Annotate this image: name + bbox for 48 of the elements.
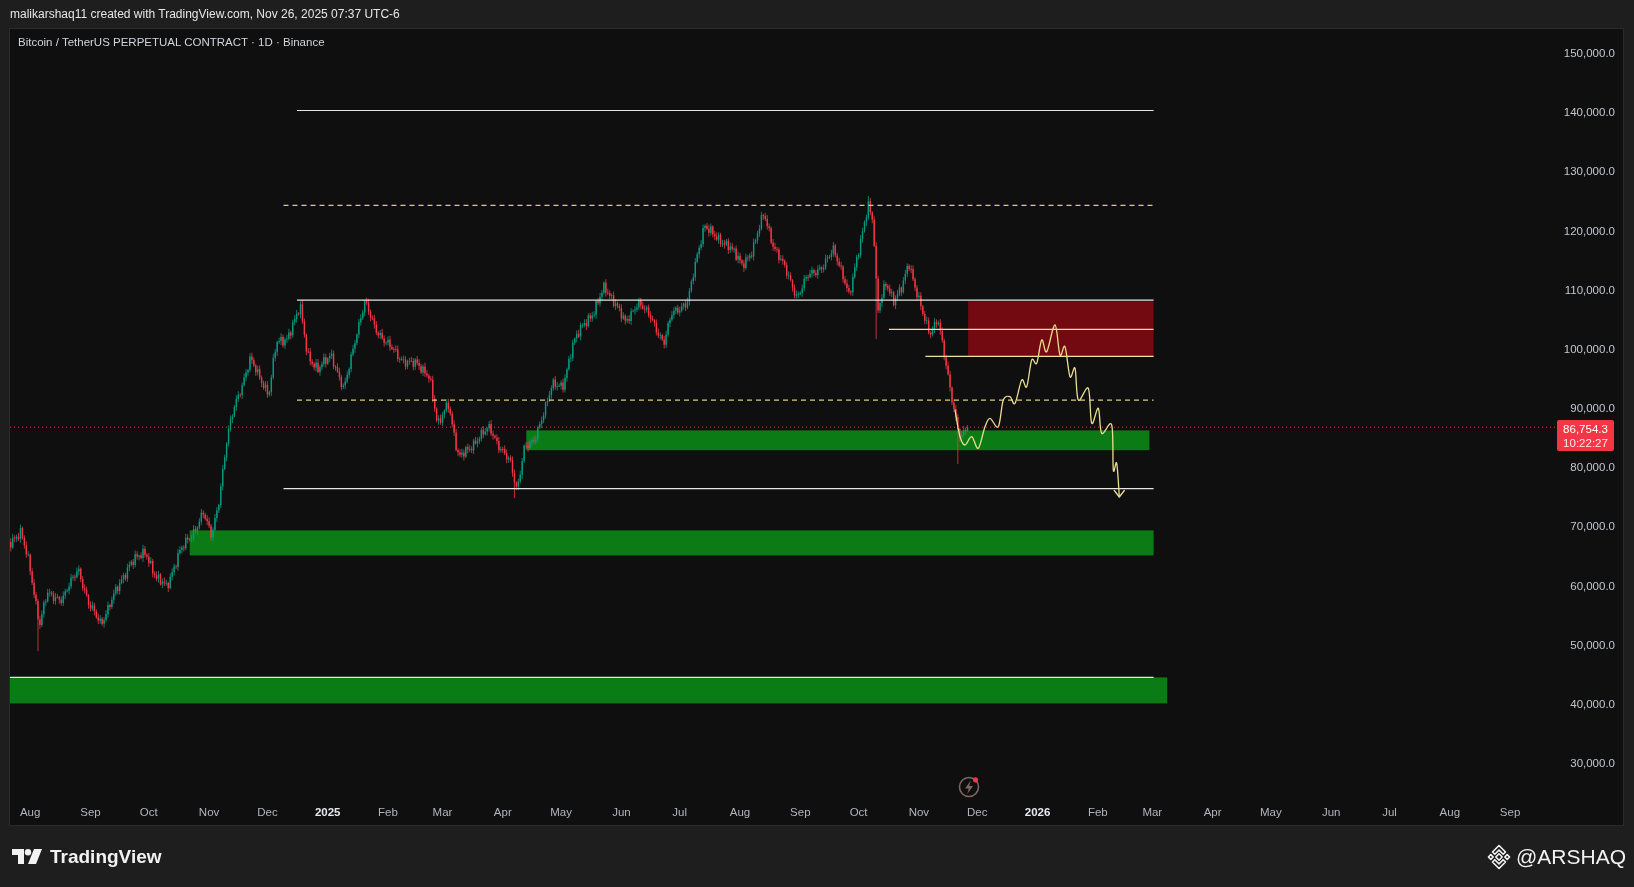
- time-axis-label: Nov: [908, 806, 930, 818]
- time-axis-label: Feb: [1087, 806, 1108, 818]
- price-axis-label: 110,000.0: [1564, 283, 1615, 296]
- time-axis-label: Jul: [672, 806, 688, 818]
- brand-name: TradingView: [50, 847, 162, 866]
- price-axis-label: 30,000.0: [1570, 757, 1615, 770]
- time-axis-label: Sep: [790, 806, 811, 818]
- time-axis-label: Sep: [1499, 806, 1521, 818]
- price-axis-label: 80,000.0: [1570, 461, 1615, 474]
- price-axis-label: 70,000.0: [1570, 520, 1615, 533]
- price-axis-label: 120,000.0: [1563, 224, 1615, 237]
- time-axis-label: Apr: [1203, 806, 1222, 818]
- time-axis-label: Dec: [257, 806, 278, 818]
- time-axis-label: 2025: [314, 806, 341, 818]
- attribution-caption: malikarshaq11 created with TradingView.com, Nov 26, 2025 07:37 UTC-6: [10, 6, 400, 23]
- current-price-label: 86,754.3: [1563, 422, 1608, 435]
- price-axis-label: 100,000.0: [1563, 342, 1615, 355]
- diamond-icon: [1486, 843, 1512, 870]
- lightning-icon[interactable]: [958, 776, 980, 798]
- time-axis-label: Jun: [612, 806, 631, 818]
- time-axis-label: Oct: [139, 806, 158, 818]
- time-axis-label: May: [550, 806, 572, 818]
- time-axis-label: Aug: [729, 806, 751, 818]
- price-axis-label: 130,000.0: [1563, 165, 1615, 178]
- logo-icon: [12, 849, 42, 864]
- time-axis-label: 2026: [1024, 806, 1051, 818]
- time-axis-label: Oct: [849, 806, 868, 818]
- time-axis-label: Dec: [967, 806, 988, 818]
- price-axis-label: 140,000.0: [1563, 106, 1615, 119]
- chart-title: Bitcoin / TetherUS PERPETUAL CONTRACT · 1D · Binance: [18, 36, 325, 48]
- time-axis-label: Mar: [432, 806, 453, 818]
- time-axis-label: Sep: [80, 806, 101, 818]
- price-axis-label: 60,000.0: [1570, 579, 1615, 592]
- time-axis-label: May: [1260, 806, 1282, 818]
- price-axis-label: 150,000.0: [1563, 47, 1615, 60]
- price-axis-label: 50,000.0: [1570, 638, 1615, 651]
- time-axis-label: Nov: [198, 806, 220, 818]
- time-axis-label: Jul: [1382, 806, 1397, 818]
- time-axis-label: Jun: [1321, 806, 1341, 818]
- time-axis-label: Aug: [19, 806, 41, 818]
- countdown-timer: 10:22:27: [1563, 437, 1608, 449]
- price-axis-label: 90,000.0: [1570, 402, 1615, 415]
- time-axis-label: Feb: [378, 806, 398, 818]
- time-axis-label: Mar: [1142, 806, 1163, 818]
- author-signature: @ARSHAQ: [1516, 846, 1626, 867]
- price-axis-label: 40,000.0: [1570, 697, 1615, 710]
- time-axis-label: Aug: [1439, 806, 1461, 818]
- time-axis-label: Apr: [493, 806, 512, 818]
